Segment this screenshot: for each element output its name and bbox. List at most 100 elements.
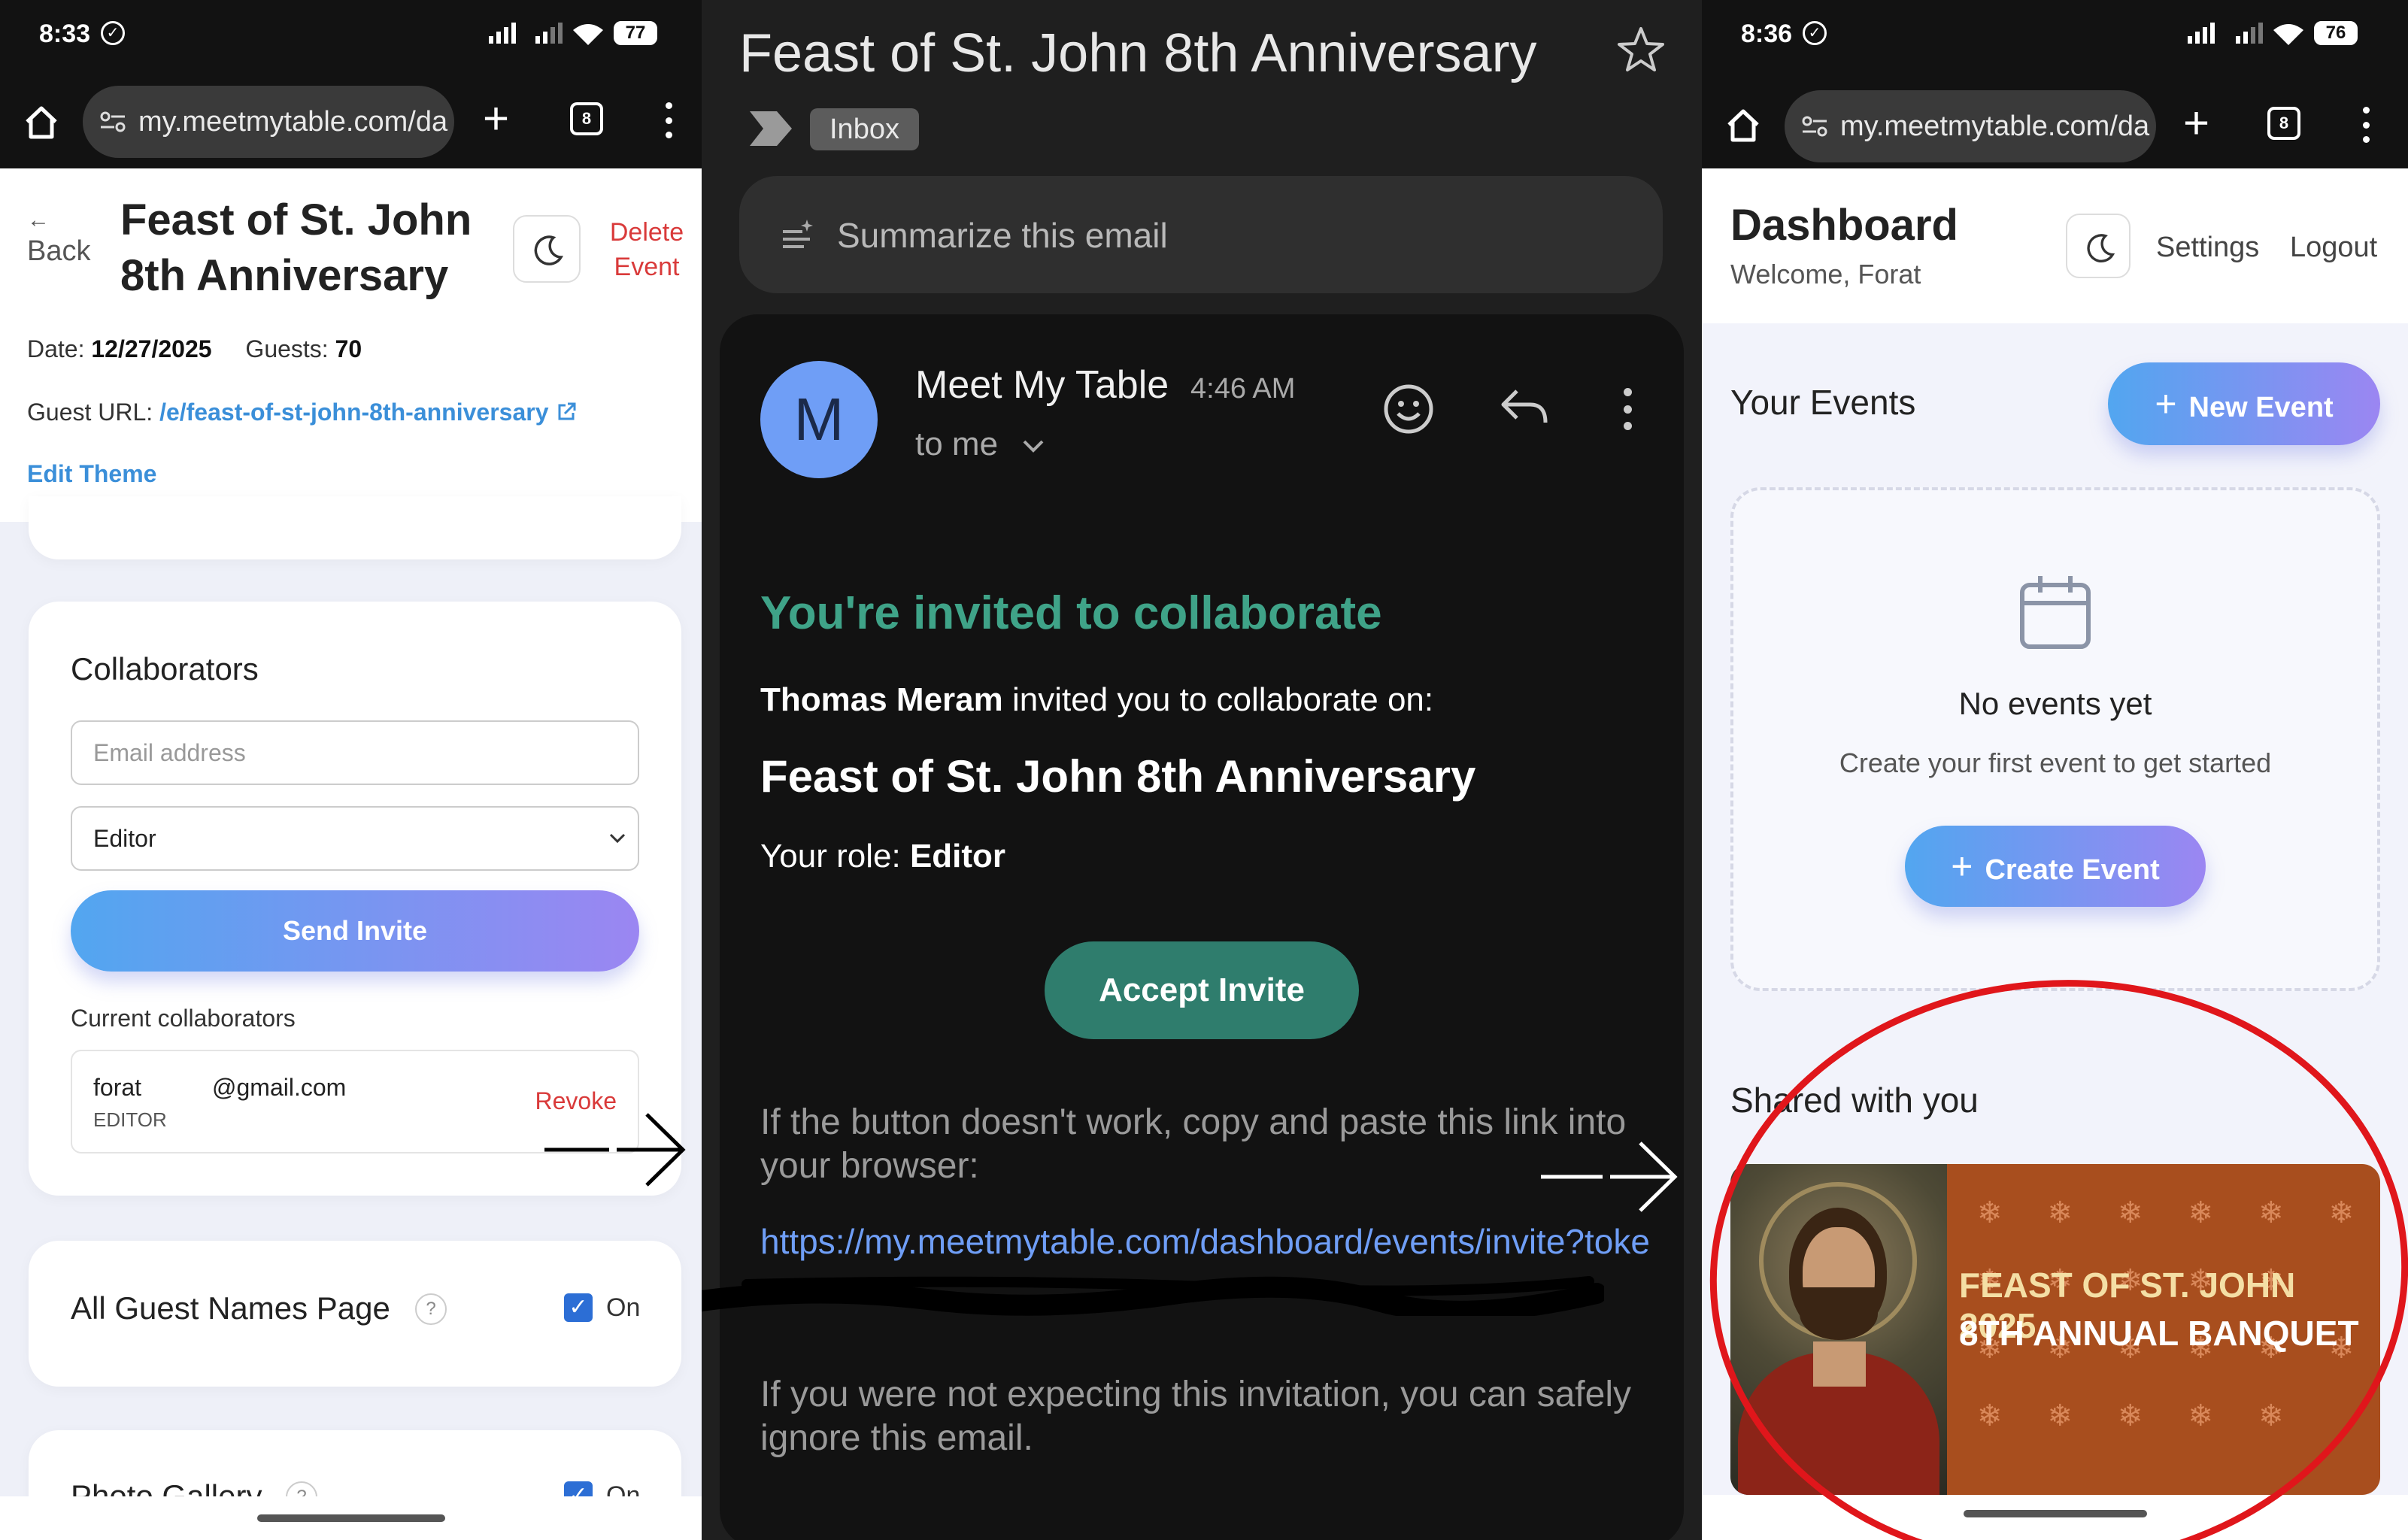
invite-text: Thomas Meram invited you to collaborate …: [760, 681, 1434, 718]
status-bar: 8:33 ✓ 77: [0, 0, 702, 75]
chevron-down-icon[interactable]: [1022, 439, 1045, 454]
role-text: Your role: Editor: [760, 838, 1006, 875]
inbox-label[interactable]: Inbox: [810, 108, 919, 150]
new-tab-icon[interactable]: +: [483, 96, 509, 141]
status-bar: 8:36 ✓ 76: [1702, 0, 2408, 75]
theme-toggle-button[interactable]: [2066, 214, 2131, 278]
empty-state-text: Create your first event to get started: [1839, 747, 2272, 778]
tab-switcher-button[interactable]: 8: [570, 102, 603, 135]
calendar-icon: [2020, 576, 2091, 649]
cell-signal-icon: [489, 23, 516, 44]
dashboard-panel: 8:36 ✓ 76 my.meetmytable.com/da + 8 Dash…: [1702, 0, 2408, 1540]
setting-label: All Guest Names Page: [71, 1290, 390, 1326]
chevron-down-icon: [609, 833, 626, 844]
collaborator-role: EDITOR: [93, 1108, 167, 1131]
new-tab-icon[interactable]: +: [2183, 101, 2209, 146]
page-title: Dashboard: [1730, 201, 1958, 250]
plus-icon: +: [1951, 845, 1973, 887]
email-menu-icon[interactable]: [1623, 388, 1632, 430]
wifi-icon: [573, 24, 603, 45]
fallback-text: If the button doesn't work, copy and pas…: [760, 1102, 1627, 1186]
settings-link[interactable]: Settings: [2156, 232, 2259, 264]
disclaimer-text: If you were not expecting this invitatio…: [760, 1375, 1631, 1458]
previous-card-bottom: [29, 496, 681, 559]
summarize-button[interactable]: Summarize this email: [739, 176, 1663, 293]
create-event-button[interactable]: + Create Event: [1905, 826, 2206, 907]
email-body-card: [720, 314, 1684, 1540]
moon-icon: [534, 235, 563, 265]
status-time: 8:36: [1741, 20, 1793, 48]
cell-signal-2-icon: [2236, 23, 2263, 44]
logout-link[interactable]: Logout: [2290, 232, 2377, 264]
browser-menu-icon[interactable]: [665, 102, 672, 138]
browser-toolbar: my.meetmytable.com/da + 8: [0, 75, 702, 168]
sender-avatar: M: [760, 361, 878, 478]
sender-name: Meet My Table: [915, 363, 1169, 407]
sync-check-icon: ✓: [1803, 21, 1827, 45]
send-invite-button[interactable]: Send Invite: [71, 890, 639, 972]
moon-icon: [2087, 234, 2115, 262]
url-bar[interactable]: my.meetmytable.com/da: [83, 86, 454, 158]
site-settings-icon[interactable]: [99, 111, 126, 132]
cell-signal-2-icon: [535, 23, 563, 44]
sparkle-list-icon: [783, 220, 813, 248]
theme-toggle-button[interactable]: [513, 215, 581, 283]
url-bar[interactable]: my.meetmytable.com/da: [1785, 90, 2156, 162]
email-field[interactable]: Email address: [71, 720, 639, 785]
recipient-label[interactable]: to me: [915, 426, 998, 463]
role-select[interactable]: Editor: [71, 806, 639, 871]
arrow-annotation-icon: [544, 1113, 686, 1187]
help-icon[interactable]: ?: [415, 1293, 447, 1325]
guest-url-row: Guest URL: /e/feast-of-st-john-8th-anniv…: [27, 399, 578, 426]
browser-menu-icon[interactable]: [2362, 107, 2370, 143]
home-icon[interactable]: [1724, 107, 1762, 144]
page-title: Feast of St. John 8th Anniversary: [120, 196, 472, 300]
collaborators-heading: Collaborators: [71, 651, 259, 687]
accept-invite-button[interactable]: Accept Invite: [1045, 941, 1359, 1039]
guest-count: 70: [335, 335, 362, 362]
status-time: 8:33: [39, 20, 91, 48]
tab-switcher-button[interactable]: 8: [2267, 107, 2300, 140]
email-time: 4:46 AM: [1190, 373, 1296, 405]
guest-url-link[interactable]: /e/feast-of-st-john-8th-anniversary: [159, 399, 548, 426]
collaborator-email: @gmail.com: [212, 1074, 347, 1101]
email-panel: Feast of St. John 8th Anniversary Inbox …: [702, 0, 1702, 1540]
guest-names-checkbox[interactable]: ✓: [564, 1293, 593, 1322]
external-link-icon[interactable]: [555, 401, 578, 423]
event-name: Feast of St. John 8th Anniversary: [760, 751, 1476, 802]
gesture-bar: [256, 1514, 445, 1522]
empty-events-card: [1730, 487, 2380, 991]
site-settings-icon[interactable]: [1801, 116, 1828, 137]
emoji-react-icon[interactable]: [1383, 383, 1434, 435]
back-arrow-icon: ←: [27, 208, 50, 232]
battery-icon: 76: [2314, 21, 2358, 45]
event-date: 12/27/2025: [91, 335, 212, 362]
cell-signal-icon: [2188, 23, 2215, 44]
edit-theme-link[interactable]: Edit Theme: [27, 460, 156, 488]
sync-check-icon: ✓: [101, 21, 125, 45]
empty-state-title: No events yet: [1958, 686, 2152, 721]
welcome-text: Welcome, Forat: [1730, 259, 1921, 290]
invite-heading: You're invited to collaborate: [760, 587, 1382, 639]
arrow-annotation-icon: [1541, 1141, 1678, 1212]
collaborator-name: forat: [93, 1074, 142, 1101]
battery-icon: 77: [614, 21, 657, 45]
setting-state: On: [606, 1293, 641, 1322]
redaction-scribble: [702, 1276, 1604, 1316]
wifi-icon: [2273, 24, 2303, 45]
url-text: my.meetmytable.com/da: [138, 106, 448, 138]
back-link[interactable]: ← Back: [27, 209, 90, 271]
importance-marker-icon: [750, 111, 792, 146]
email-subject: Feast of St. John 8th Anniversary: [739, 23, 1537, 83]
inviter-name: Thomas Meram: [760, 681, 1003, 718]
star-icon[interactable]: [1616, 26, 1666, 74]
url-text: my.meetmytable.com/da: [1840, 111, 2150, 142]
home-icon[interactable]: [23, 104, 60, 141]
new-event-button[interactable]: + New Event: [2108, 362, 2380, 445]
delete-event-button[interactable]: Delete Event: [602, 215, 692, 284]
browser-toolbar: my.meetmytable.com/da + 8: [1702, 75, 2408, 168]
reply-icon[interactable]: [1499, 387, 1550, 432]
event-meta: Date: 12/27/2025 Guests: 70: [27, 335, 362, 362]
highlight-circle-annotation: [1709, 980, 2408, 1540]
plus-icon: +: [2155, 383, 2177, 425]
